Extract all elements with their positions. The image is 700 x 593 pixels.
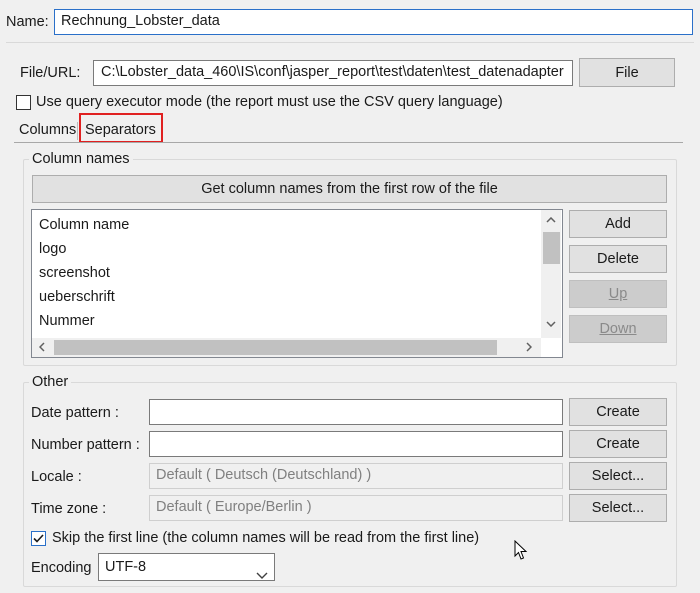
up-button-label: Up [608, 286, 628, 302]
encoding-value: UTF-8 [105, 559, 147, 575]
time-zone-label: Time zone : [31, 501, 107, 517]
vertical-scrollbar[interactable] [541, 210, 561, 338]
scroll-left-arrow-icon[interactable] [34, 339, 50, 355]
encoding-select[interactable]: UTF-8 [98, 553, 275, 581]
tab-columns[interactable]: Columns [19, 120, 76, 140]
list-item[interactable]: ueberschrift [39, 286, 115, 308]
vertical-scroll-thumb[interactable] [543, 232, 560, 264]
up-button[interactable]: Up [569, 280, 667, 308]
column-names-list[interactable]: Column name logo screenshot ueberschrift… [31, 209, 563, 358]
name-label: Name: [6, 14, 49, 30]
list-item[interactable]: screenshot [39, 262, 110, 284]
header-divider [6, 42, 694, 43]
name-input[interactable]: Rechnung_Lobster_data [54, 9, 693, 35]
horizontal-scrollbar[interactable] [32, 338, 541, 357]
skip-first-line-checkbox[interactable] [31, 531, 46, 546]
checkmark-icon [33, 534, 44, 543]
locale-input: Default ( Deutsch (Deutschland) ) [149, 463, 563, 489]
file-button[interactable]: File [579, 58, 675, 87]
tabs-underline [14, 142, 683, 143]
get-column-names-button[interactable]: Get column names from the first row of t… [32, 175, 667, 203]
add-button[interactable]: Add [569, 210, 667, 238]
horizontal-scroll-thumb[interactable] [54, 340, 497, 355]
time-zone-select-button[interactable]: Select... [569, 494, 667, 522]
number-pattern-label: Number pattern : [31, 437, 140, 453]
list-item[interactable]: Nummer [39, 310, 95, 332]
locale-label: Locale : [31, 469, 82, 485]
down-button[interactable]: Down [569, 315, 667, 343]
query-executor-label: Use query executor mode (the report must… [36, 94, 503, 110]
delete-button[interactable]: Delete [569, 245, 667, 273]
tab-separators[interactable]: Separators [85, 120, 156, 140]
other-legend: Other [29, 373, 72, 391]
date-pattern-input[interactable] [149, 399, 563, 425]
date-pattern-create-button[interactable]: Create [569, 398, 667, 426]
date-pattern-label: Date pattern : [31, 405, 119, 421]
number-pattern-input[interactable] [149, 431, 563, 457]
scroll-down-arrow-icon[interactable] [543, 316, 559, 332]
locale-select-button[interactable]: Select... [569, 462, 667, 490]
skip-first-line-label: Skip the first line (the column names wi… [52, 530, 480, 546]
tab-divider [77, 122, 78, 140]
query-executor-checkbox[interactable] [16, 95, 31, 110]
chevron-down-icon [256, 563, 268, 579]
scroll-right-arrow-icon[interactable] [521, 339, 537, 355]
time-zone-input: Default ( Europe/Berlin ) [149, 495, 563, 521]
column-list-header: Column name [39, 217, 130, 233]
list-item[interactable]: logo [39, 238, 66, 260]
mouse-cursor-icon [514, 539, 528, 561]
file-url-label: File/URL: [20, 65, 81, 81]
file-url-input[interactable]: C:\Lobster_data_460\IS\conf\jasper_repor… [93, 60, 573, 86]
encoding-label: Encoding [31, 560, 92, 576]
scroll-up-arrow-icon[interactable] [543, 212, 559, 228]
column-names-legend: Column names [29, 150, 133, 168]
number-pattern-create-button[interactable]: Create [569, 430, 667, 458]
down-button-label: Down [599, 321, 637, 337]
